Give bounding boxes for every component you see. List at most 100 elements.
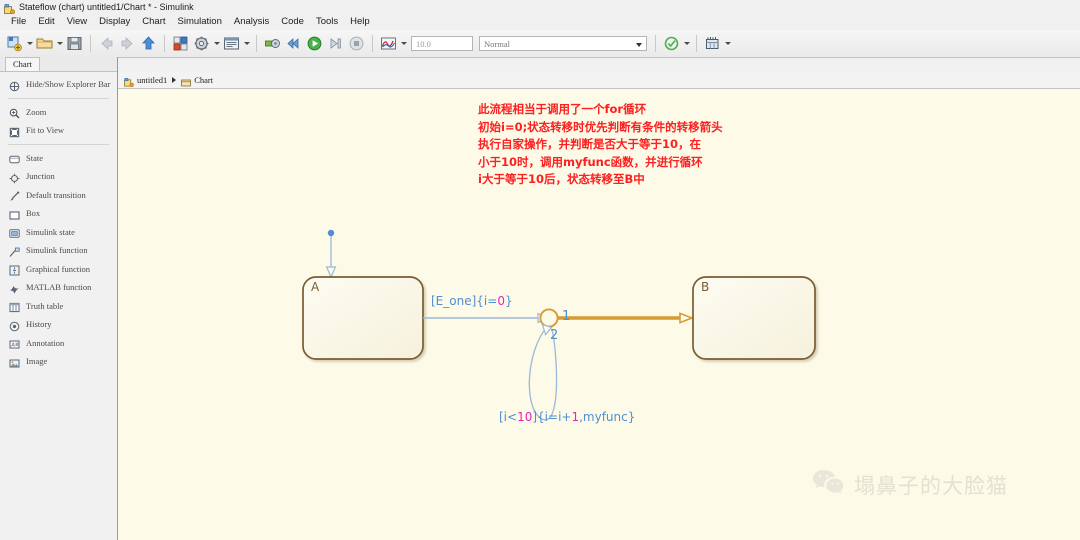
toolbar-separator xyxy=(256,35,257,52)
stateflow-canvas[interactable]: 此流程相当于调用了一个for循环 初始i=0;状态转移时优先判断有条件的转移箭头… xyxy=(118,89,1080,540)
new-model-icon[interactable] xyxy=(5,34,24,53)
open-folder-dropdown-icon[interactable] xyxy=(55,34,64,53)
default-transition-icon xyxy=(9,189,20,202)
palette-item-history[interactable]: History xyxy=(0,315,117,334)
palette-item-label: Zoom xyxy=(26,106,47,117)
state-b-label: B xyxy=(701,280,710,294)
stop-icon[interactable] xyxy=(347,34,366,53)
transition-label-part: ]{i=i+ xyxy=(532,410,572,424)
state-b-box[interactable] xyxy=(692,276,816,360)
palette-item-box[interactable]: Box xyxy=(0,204,117,223)
palette-item-label: Simulink function xyxy=(26,245,88,256)
state-a-label: A xyxy=(311,280,320,294)
toolbar-separator xyxy=(372,35,373,52)
palette-divider xyxy=(8,97,109,99)
state-a[interactable] xyxy=(302,276,424,360)
palette-item-matlab-function[interactable]: MATLAB function xyxy=(0,278,117,297)
breadcrumb-model-label[interactable]: untitled1 xyxy=(137,75,167,85)
stateflow-chart-icon xyxy=(4,2,16,14)
save-icon[interactable] xyxy=(65,34,84,53)
build-model-dropdown-icon[interactable] xyxy=(723,34,732,53)
palette-item-label: Box xyxy=(26,208,41,219)
model-configuration-dropdown-icon[interactable] xyxy=(212,34,221,53)
chevron-right-icon xyxy=(172,77,177,83)
palette-item-label: History xyxy=(26,319,52,330)
wechat-logo-icon xyxy=(812,468,846,501)
simulation-mode-select[interactable]: Normal xyxy=(479,36,647,51)
open-folder-icon[interactable] xyxy=(35,34,54,53)
menu-view[interactable]: View xyxy=(61,14,93,30)
library-browser-icon[interactable] xyxy=(171,34,190,53)
palette-item-graphical-function[interactable]: Graphical function xyxy=(0,260,117,279)
toolbar-separator xyxy=(164,35,165,52)
new-model-dropdown-icon[interactable] xyxy=(25,34,34,53)
transition-label-e-one[interactable]: [E_one]{i=0} xyxy=(431,294,513,308)
menu-analysis[interactable]: Analysis xyxy=(228,14,275,30)
palette-item-default-transition[interactable]: Default transition xyxy=(0,186,117,205)
palette-item-simulink-state[interactable]: Simulink state xyxy=(0,223,117,242)
step-forward-icon[interactable] xyxy=(326,34,345,53)
breadcrumb-chart-label[interactable]: Chart xyxy=(194,75,213,85)
run-icon[interactable] xyxy=(305,34,324,53)
menu-simulation[interactable]: Simulation xyxy=(172,14,228,30)
simulink-function-icon xyxy=(9,245,20,257)
model-explorer-icon[interactable] xyxy=(222,34,241,53)
junction-order-1: 1 xyxy=(562,309,571,324)
performance-advisor-icon[interactable] xyxy=(662,34,681,53)
menu-edit[interactable]: Edit xyxy=(32,14,60,30)
palette-item-truth-table[interactable]: Truth table xyxy=(0,297,117,316)
tab-chart[interactable]: Chart xyxy=(5,57,40,71)
model-explorer-dropdown-icon[interactable] xyxy=(242,34,251,53)
up-arrow-icon[interactable] xyxy=(139,34,158,53)
toolbar-separator xyxy=(655,35,656,52)
transition-label-part: 0 xyxy=(497,294,505,308)
menu-bar: File Edit View Display Chart Simulation … xyxy=(0,14,1080,30)
palette-item-label: Image xyxy=(26,356,48,367)
palette-item-image[interactable]: Image xyxy=(0,352,117,371)
performance-advisor-dropdown-icon[interactable] xyxy=(682,34,691,53)
update-model-icon[interactable] xyxy=(263,34,282,53)
palette-item-junction[interactable]: Junction xyxy=(0,167,117,186)
menu-tools[interactable]: Tools xyxy=(310,14,344,30)
build-model-icon[interactable] xyxy=(703,34,722,53)
menu-chart[interactable]: Chart xyxy=(136,14,171,30)
palette-items: Hide/Show Explorer Bar Zoom Fit to View … xyxy=(0,72,117,371)
annotation-icon: A xyxy=(9,337,20,349)
state-a-box[interactable] xyxy=(302,276,424,360)
simulink-stateflow-window: Stateflow (chart) untitled1/Chart * - Si… xyxy=(0,0,1080,540)
menu-code[interactable]: Code xyxy=(275,14,310,30)
palette-item-fit-to-view[interactable]: Fit to View xyxy=(0,121,117,140)
simulation-mode-value: Normal xyxy=(484,39,510,49)
scope-dropdown-icon[interactable] xyxy=(399,34,408,53)
image-icon xyxy=(9,356,20,368)
palette-item-state[interactable]: State xyxy=(0,149,117,168)
box-icon xyxy=(9,208,20,220)
connective-junction[interactable] xyxy=(539,308,559,328)
palette-item-zoom[interactable]: Zoom xyxy=(0,103,117,122)
explorer-bar-icon xyxy=(9,79,20,92)
toolbar-separator xyxy=(90,35,91,52)
palette-item-annotation[interactable]: A Annotation xyxy=(0,334,117,353)
matlab-function-icon xyxy=(9,282,20,294)
palette-item-label: Hide/Show Explorer Bar xyxy=(26,79,111,90)
model-configuration-icon[interactable] xyxy=(192,34,211,53)
stop-time-input[interactable]: 10.0 xyxy=(411,36,473,51)
palette-tab-row: Chart xyxy=(0,57,117,72)
transition-label-self-loop[interactable]: [i<10]{i=i+1,myfunc} xyxy=(499,410,635,424)
menu-help[interactable]: Help xyxy=(344,14,376,30)
forward-arrow-icon[interactable] xyxy=(118,34,137,53)
menu-display[interactable]: Display xyxy=(93,14,136,30)
back-arrow-icon[interactable] xyxy=(97,34,116,53)
palette-item-hide-show-explorer-bar[interactable]: Hide/Show Explorer Bar xyxy=(0,75,117,94)
transition-label-part: [i< xyxy=(499,410,518,424)
fast-restart-icon[interactable] xyxy=(284,34,303,53)
state-b[interactable] xyxy=(692,276,816,360)
default-transition-source-dot xyxy=(327,229,335,237)
palette-item-simulink-function[interactable]: Simulink function xyxy=(0,241,117,260)
palette-item-label: Simulink state xyxy=(26,226,75,237)
scope-icon[interactable] xyxy=(379,34,398,53)
window-title: Stateflow (chart) untitled1/Chart * - Si… xyxy=(19,2,194,12)
transition-label-part: ,myfunc} xyxy=(579,410,636,424)
watermark-text: 塌鼻子的大脸猫 xyxy=(854,473,1008,498)
menu-file[interactable]: File xyxy=(5,14,32,30)
